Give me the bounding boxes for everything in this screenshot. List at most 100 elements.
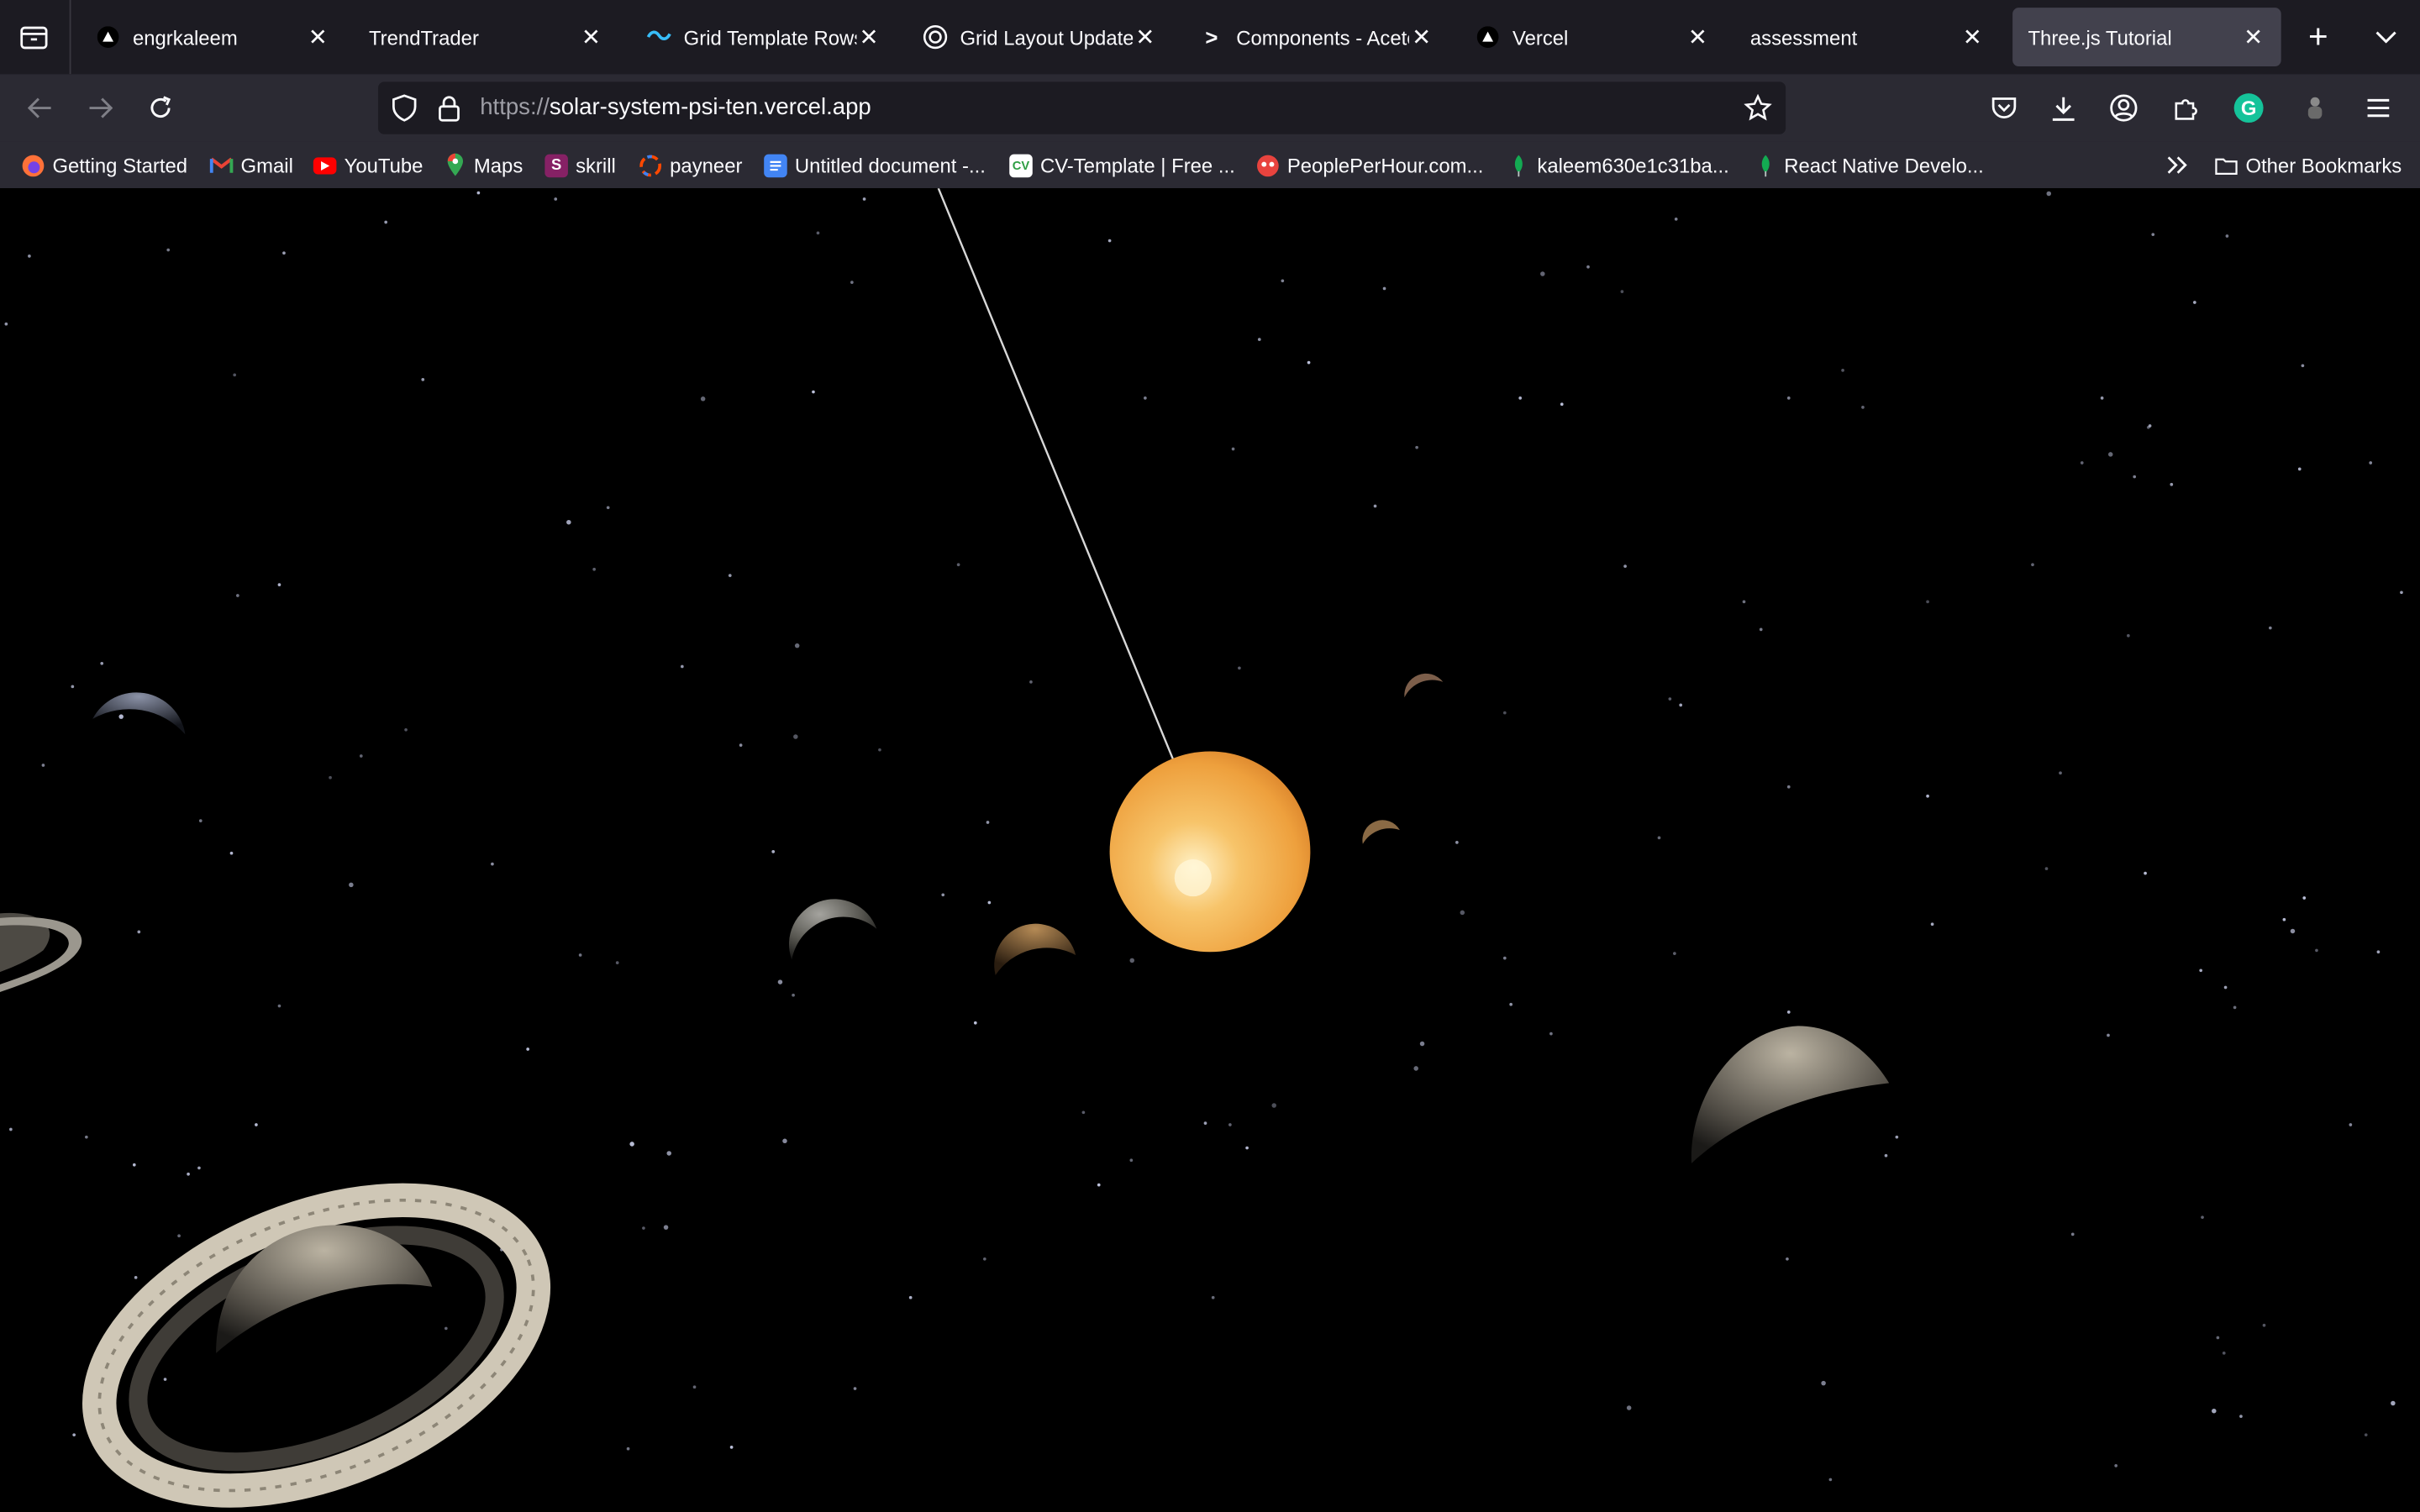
sun-highlight [1174, 859, 1212, 897]
close-icon[interactable]: ✕ [1409, 24, 1434, 50]
tab-components-aceternity[interactable]: > Components - Aceternity ✕ [1184, 8, 1449, 66]
bookmark-skrill[interactable]: S skrill [544, 153, 616, 177]
tracking-protection-shield-icon[interactable] [389, 94, 420, 122]
address-bar[interactable]: https://solar-system-psi-ten.vercel.app [378, 81, 1786, 134]
bookmark-peopleperhour[interactable]: PeoplePerHour.com... [1256, 153, 1483, 177]
extensions-puzzle-icon[interactable] [2167, 90, 2204, 127]
extension-avatar-icon[interactable] [2296, 90, 2333, 127]
bookmark-label: Getting Started [52, 153, 188, 177]
hamburger-menu-icon[interactable] [2360, 90, 2396, 127]
bookmark-label: Maps [473, 153, 523, 177]
ringed-planet-left[interactable] [0, 912, 82, 993]
tab-label: Three.js Tutorial [2028, 25, 2172, 49]
tab-engrkaleem[interactable]: engrkaleem ✕ [81, 8, 346, 66]
bookmark-cv-template[interactable]: CV CV-Template | Free ... [1009, 153, 1235, 177]
close-icon[interactable]: ✕ [1960, 24, 1985, 50]
tab-label: engrkaleem [132, 25, 238, 49]
bookmark-payneer[interactable]: payneer [639, 153, 742, 177]
bookmark-maps[interactable]: Maps [443, 153, 523, 177]
reload-icon[interactable] [142, 90, 179, 127]
bookmark-label: Gmail [240, 153, 293, 177]
bookmarks-toolbar: Getting Started Gmail YouTube Maps S skr… [0, 141, 2420, 189]
tab-label: Grid Template Rows [683, 25, 857, 49]
tab-label: Vercel [1512, 25, 1569, 49]
tab-label: Components - Aceternity [1236, 25, 1409, 49]
close-icon[interactable]: ✕ [579, 24, 603, 50]
planet-blue-left[interactable] [92, 692, 186, 735]
gmail-icon [209, 154, 234, 177]
skrill-icon: S [544, 153, 568, 177]
mongodb-leaf-icon [1754, 154, 1777, 177]
tab-label: assessment [1749, 25, 1858, 49]
bookmark-star-icon[interactable] [1743, 92, 1774, 123]
close-icon[interactable]: ✕ [1686, 24, 1710, 50]
cv-icon: CV [1009, 153, 1033, 177]
bookmark-kaleem-mongodb[interactable]: kaleem630e1c31ba... [1507, 153, 1729, 177]
threejs-canvas[interactable] [0, 188, 2420, 1512]
firefox-icon [22, 154, 45, 177]
aceternity-icon: > [1205, 24, 1218, 50]
tab-label: Grid Layout Update [960, 25, 1134, 49]
pocket-icon[interactable] [1985, 90, 2022, 127]
planet-gray-small[interactable] [789, 899, 877, 960]
bookmark-label: PeoplePerHour.com... [1286, 153, 1484, 177]
youtube-icon [313, 156, 337, 174]
url-text[interactable]: https://solar-system-psi-ten.vercel.app [480, 94, 871, 120]
tab-label: TrendTrader [368, 25, 479, 49]
peopleperhour-icon [1256, 154, 1280, 177]
sun[interactable] [1109, 751, 1311, 953]
tab-trendtrader[interactable]: TrendTrader ✕ [354, 8, 619, 66]
close-icon[interactable]: ✕ [306, 24, 330, 50]
new-tab-plus-icon[interactable]: + [2300, 17, 2337, 55]
other-bookmarks-folder[interactable]: Other Bookmarks [2215, 153, 2402, 177]
account-icon[interactable] [2105, 90, 2142, 127]
folder-icon [2215, 154, 2238, 177]
google-docs-icon [764, 153, 787, 177]
bookmark-react-native[interactable]: React Native Develo... [1754, 153, 1984, 177]
maps-pin-icon [443, 153, 466, 177]
bookmark-untitled-document[interactable]: Untitled document -... [764, 153, 986, 177]
tab-vercel[interactable]: Vercel ✕ [1460, 8, 1726, 66]
grammarly-icon[interactable]: G [2230, 90, 2267, 127]
more-bookmarks-chevron-icon[interactable] [2164, 151, 2191, 179]
bookmark-label: Untitled document -... [794, 153, 986, 177]
bookmark-label: React Native Develo... [1784, 153, 1984, 177]
back-arrow-icon[interactable] [22, 90, 59, 127]
bookmark-gmail[interactable]: Gmail [209, 153, 293, 177]
tab-assessment[interactable]: assessment ✕ [1734, 8, 2000, 66]
bookmark-label: kaleem630e1c31ba... [1537, 153, 1729, 177]
bookmark-label: CV-Template | Free ... [1039, 153, 1235, 177]
tab-grid-template-rows[interactable]: Grid Template Rows ✕ [631, 8, 897, 66]
url-scheme: https:// [480, 94, 550, 121]
planet-small-2[interactable] [1362, 820, 1400, 844]
openai-icon [923, 24, 948, 50]
bookmark-getting-started[interactable]: Getting Started [22, 153, 187, 177]
svg-text:G: G [2241, 97, 2257, 120]
url-host: solar-system-psi-ten.vercel.app [549, 94, 871, 121]
planet-brown[interactable] [994, 923, 1076, 975]
saturn[interactable] [57, 1142, 576, 1512]
tab-strip: engrkaleem ✕ TrendTrader ✕ Grid Template… [0, 0, 2420, 75]
bookmark-label: skrill [576, 153, 616, 177]
bookmark-label: YouTube [344, 153, 424, 177]
tab-threejs-tutorial[interactable]: Three.js Tutorial ✕ [2012, 8, 2281, 66]
list-all-tabs-chevron-down-icon[interactable] [2368, 18, 2405, 55]
download-icon[interactable] [2045, 90, 2082, 127]
tab-separator [69, 0, 71, 75]
navigation-toolbar: https://solar-system-psi-ten.vercel.app … [0, 74, 2420, 142]
close-icon[interactable]: ✕ [1133, 24, 1157, 50]
tab-grid-layout-update[interactable]: Grid Layout Update ✕ [908, 8, 1173, 66]
close-icon[interactable]: ✕ [2241, 24, 2265, 50]
payoneer-icon [639, 154, 662, 177]
bookmark-label: payneer [670, 153, 743, 177]
close-icon[interactable]: ✕ [856, 24, 881, 50]
forward-arrow-icon[interactable] [82, 90, 118, 127]
solar-system-scene [0, 188, 1890, 1512]
mongodb-leaf-icon [1507, 154, 1530, 177]
planet-small-1[interactable] [1404, 673, 1444, 698]
planet-jupiter[interactable] [1691, 1026, 1890, 1163]
vercel-triangle-icon [1476, 24, 1500, 49]
bookmark-youtube[interactable]: YouTube [313, 153, 424, 177]
firefox-view-icon[interactable] [15, 18, 52, 55]
lock-icon[interactable] [435, 94, 463, 122]
